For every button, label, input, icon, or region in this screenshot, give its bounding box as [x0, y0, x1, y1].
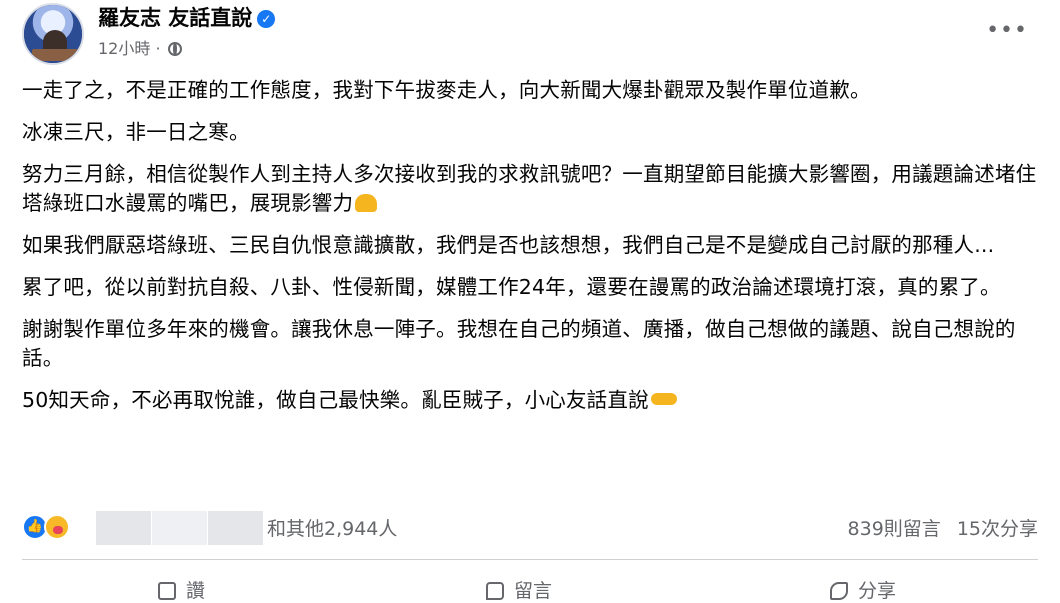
action-bar: 讚 留言 分享: [22, 570, 1038, 602]
share-icon: [830, 582, 848, 600]
post-paragraph: 努力三月餘，相信從製作人到主持人多次接收到我的求救訊號吧？一直期望節目能擴大影響…: [22, 160, 1038, 218]
meta-separator: ·: [155, 39, 161, 58]
post-stats: 839則留言 15次分享: [832, 514, 1038, 541]
redacted-name: [208, 511, 263, 545]
author-name-row: 羅友志 友話直說 ✓: [98, 5, 276, 31]
post-paragraph-text: 努力三月餘，相信從製作人到主持人多次接收到我的求救訊號吧？一直期望節目能擴大影響…: [22, 162, 1037, 215]
post-time[interactable]: 12小時: [98, 39, 150, 58]
pointing-hand-icon: [650, 393, 677, 405]
post-paragraph: 50知天命，不必再取悅誰，做自己最快樂。亂臣賊子，小心友話直說: [22, 386, 1038, 415]
comment-button[interactable]: 留言: [486, 576, 552, 603]
redacted-name: [96, 511, 151, 545]
like-label: 讚: [186, 580, 206, 602]
post-paragraph: 一走了之，不是正確的工作態度，我對下午拔麥走人，向大新聞大爆卦觀眾及製作單位道歉…: [22, 78, 871, 102]
avatar[interactable]: [22, 3, 84, 65]
share-button[interactable]: 分享: [830, 576, 896, 603]
comment-label: 留言: [514, 580, 553, 602]
reactions-row: 👍 和其他2,944人 839則留言 15次分享: [22, 506, 1038, 546]
care-reaction-icon[interactable]: [44, 514, 70, 540]
comment-count[interactable]: 839則留言: [848, 518, 941, 540]
post-paragraph: 如果我們厭惡塔綠班、三民自仇恨意識擴散，我們是否也該想想，我們自己是不是變成自己…: [22, 233, 995, 257]
post-header: 羅友志 友話直說 ✓ 12小時 · •••: [22, 0, 1038, 70]
reaction-count[interactable]: 和其他2,944人: [267, 514, 397, 541]
like-button[interactable]: 讚: [158, 576, 205, 603]
redacted-name: [152, 511, 207, 545]
post-paragraph: 謝謝製作單位多年來的機會。讓我休息一陣子。我想在自己的頻道、廣播，做自己想做的議…: [22, 317, 1016, 370]
thumbs-up-icon: [158, 582, 176, 600]
share-label: 分享: [858, 580, 897, 602]
post-meta: 12小時 ·: [98, 38, 182, 60]
author-name[interactable]: 羅友志 友話直說: [98, 6, 252, 30]
divider: [22, 559, 1038, 560]
share-count[interactable]: 15次分享: [957, 518, 1038, 540]
verified-check-icon: ✓: [257, 10, 276, 28]
comment-icon: [486, 582, 504, 600]
globe-icon[interactable]: [167, 42, 182, 56]
post-paragraph-text: 50知天命，不必再取悅誰，做自己最快樂。亂臣賊子，小心友話直說: [22, 388, 649, 412]
post-paragraph: 冰凍三尺，非一日之寒。: [22, 120, 250, 144]
flexed-biceps-icon: [355, 194, 378, 212]
more-options-button[interactable]: •••: [986, 18, 1028, 43]
post-text: 一走了之，不是正確的工作態度，我對下午拔麥走人，向大新聞大爆卦觀眾及製作單位道歉…: [22, 76, 1038, 428]
post-paragraph: 累了吧，從以前對抗自殺、八卦、性侵新聞，媒體工作24年，還要在謾罵的政治論述環境…: [22, 275, 1001, 299]
